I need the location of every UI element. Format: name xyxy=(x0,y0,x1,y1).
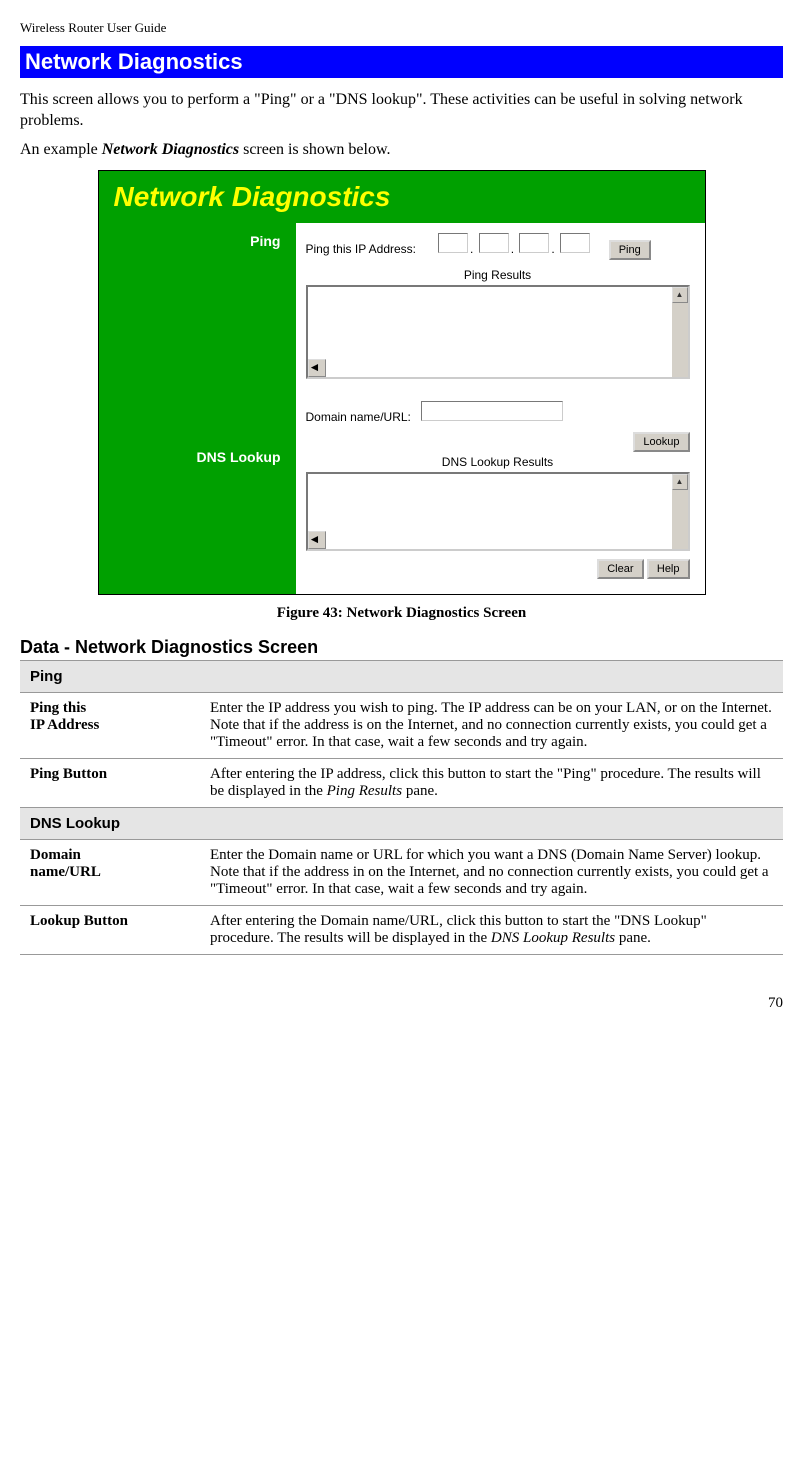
screenshot-figure: Network Diagnostics Ping DNS Lookup Ping… xyxy=(98,170,706,595)
intro-text-b: Network Diagnostics xyxy=(102,141,239,158)
screenshot-body: Ping DNS Lookup Ping this IP Address: . … xyxy=(99,223,705,594)
ping-ip-row-label: Ping thisIP Address xyxy=(20,693,200,759)
ip-octet-2[interactable] xyxy=(479,233,509,253)
scroll-left-icon[interactable]: ◄ xyxy=(308,359,326,377)
ping-results-label: Ping Results xyxy=(306,268,690,282)
ping-ip-row: Ping this IP Address: . . . Ping xyxy=(306,233,690,260)
help-button[interactable]: Help xyxy=(647,559,690,579)
intro-text-c: screen is shown below. xyxy=(239,141,390,158)
dns-section-label: DNS Lookup xyxy=(20,808,783,840)
table-row: Lookup Button After entering the Domain … xyxy=(20,906,783,955)
ping-section-label: Ping xyxy=(20,661,783,693)
sidebar-ping-label: Ping xyxy=(109,233,281,249)
lookup-desc-c: pane. xyxy=(615,930,651,946)
ping-ip-label: Ping this IP Address: xyxy=(306,242,417,256)
page-number: 70 xyxy=(20,995,783,1012)
lookup-row-desc: After entering the Domain name/URL, clic… xyxy=(200,906,783,955)
dns-results-label: DNS Lookup Results xyxy=(306,455,690,469)
domain-row-label: Domainname/URL xyxy=(20,840,200,906)
lookup-row-label: Lookup Button xyxy=(20,906,200,955)
scroll-left-icon-2[interactable]: ◄ xyxy=(308,531,326,549)
ping-button[interactable]: Ping xyxy=(609,240,651,260)
screenshot-content: Ping this IP Address: . . . Ping Ping Re… xyxy=(296,223,705,594)
screenshot-title-bar: Network Diagnostics xyxy=(99,171,705,223)
data-table: Ping Ping thisIP Address Enter the IP ad… xyxy=(20,660,783,955)
ip-octet-4[interactable] xyxy=(560,233,590,253)
table-row: Domainname/URL Enter the Domain name or … xyxy=(20,840,783,906)
table-section-ping: Ping xyxy=(20,661,783,693)
domain-input[interactable] xyxy=(421,401,563,421)
ping-desc-b: Ping Results xyxy=(327,783,402,799)
ping-results-box[interactable]: ▲ ◄ xyxy=(306,285,690,379)
ping-desc-a: After entering the IP address, click thi… xyxy=(210,766,761,799)
dns-results-box[interactable]: ▲ ◄ xyxy=(306,472,690,551)
intro-paragraph-2: An example Network Diagnostics screen is… xyxy=(20,140,783,161)
domain-row: Domain name/URL: xyxy=(306,401,690,424)
screenshot-sidebar: Ping DNS Lookup xyxy=(99,223,296,594)
screenshot-title: Network Diagnostics xyxy=(114,181,391,212)
lookup-button-row: Lookup xyxy=(306,432,690,452)
ping-button-row-desc: After entering the IP address, click thi… xyxy=(200,759,783,808)
clear-button[interactable]: Clear xyxy=(597,559,643,579)
section-title: Network Diagnostics xyxy=(20,46,783,78)
domain-row-desc: Enter the Domain name or URL for which y… xyxy=(200,840,783,906)
bottom-button-row: Clear Help xyxy=(306,559,690,579)
ip-octet-3[interactable] xyxy=(519,233,549,253)
ping-desc-c: pane. xyxy=(402,783,438,799)
table-section-dns: DNS Lookup xyxy=(20,808,783,840)
table-row: Ping thisIP Address Enter the IP address… xyxy=(20,693,783,759)
lookup-button[interactable]: Lookup xyxy=(633,432,689,452)
scroll-up-icon[interactable]: ▲ xyxy=(672,287,688,303)
figure-caption: Figure 43: Network Diagnostics Screen xyxy=(20,605,783,622)
scrollbar-vertical-2[interactable]: ▲ xyxy=(672,474,688,549)
ip-octet-1[interactable] xyxy=(438,233,468,253)
intro-paragraph-1: This screen allows you to perform a "Pin… xyxy=(20,90,783,132)
domain-label: Domain name/URL: xyxy=(306,410,411,424)
scrollbar-vertical[interactable]: ▲ xyxy=(672,287,688,377)
table-row: Ping Button After entering the IP addres… xyxy=(20,759,783,808)
data-heading: Data - Network Diagnostics Screen xyxy=(20,637,783,658)
sidebar-dns-label: DNS Lookup xyxy=(109,449,281,465)
intro-text-a: An example xyxy=(20,141,102,158)
page-header: Wireless Router User Guide xyxy=(20,20,783,36)
ping-ip-row-desc: Enter the IP address you wish to ping. T… xyxy=(200,693,783,759)
ping-button-row-label: Ping Button xyxy=(20,759,200,808)
scroll-up-icon-2[interactable]: ▲ xyxy=(672,474,688,490)
lookup-desc-b: DNS Lookup Results xyxy=(491,930,615,946)
